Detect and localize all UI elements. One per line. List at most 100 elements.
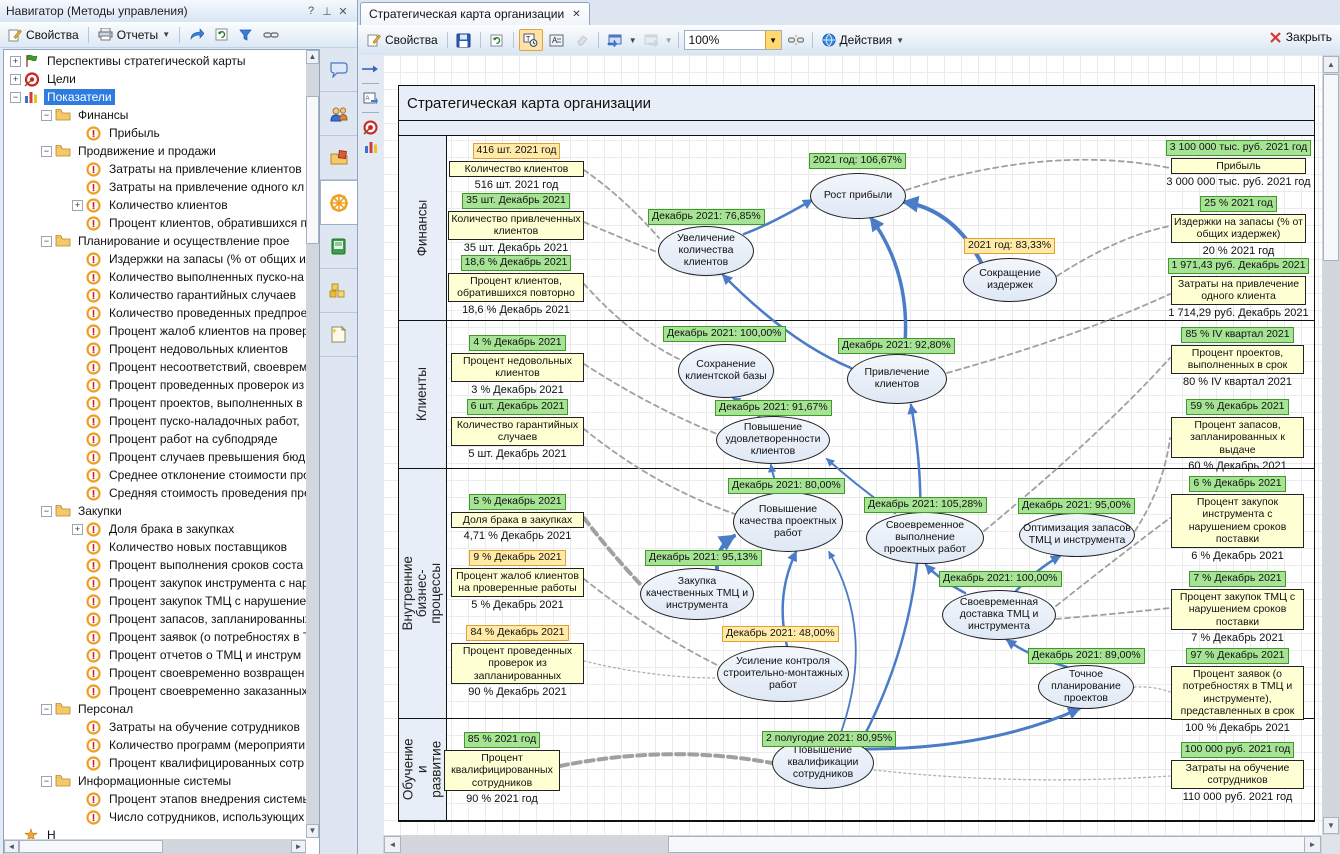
tree-item[interactable]: Средняя стоимость проведения пре <box>4 484 302 502</box>
goal-svoev[interactable]: Своевременное выполнение проектных работ <box>866 512 984 564</box>
connector-arrow-icon[interactable] <box>362 61 380 77</box>
tree-item[interactable]: −Продвижение и продажи <box>4 142 302 160</box>
collapse-minus-icon[interactable]: − <box>41 146 52 157</box>
actions-button[interactable]: Действия ▼ <box>818 31 909 49</box>
indicator-fin-r2[interactable]: 25 % 2021 годИздержки на запасы (% от об… <box>1171 196 1306 257</box>
indicator-box[interactable]: Доля брака в закупках <box>451 512 584 528</box>
goal-tochn[interactable]: Точное планирование проектов <box>1038 665 1134 709</box>
indicator-fin-r3[interactable]: 1 971,43 руб. Декабрь 2021Затраты на при… <box>1171 258 1306 319</box>
tree-item[interactable]: Процент пуско-наладочных работ, <box>4 412 302 430</box>
goal-optim[interactable]: Оптимизация запасов ТМЦ и инструмента <box>1019 513 1135 557</box>
tree-item[interactable]: Число сотрудников, использующих <box>4 808 302 826</box>
tree-item[interactable]: Процент своевременно возвращен <box>4 664 302 682</box>
tree-item[interactable]: Процент отчетов о ТМЦ и инструм <box>4 646 302 664</box>
goal-target-icon[interactable] <box>362 119 380 135</box>
tree-item[interactable]: Процент закупок ТМЦ с нарушение <box>4 592 302 610</box>
collapse-minus-icon[interactable]: − <box>41 506 52 517</box>
tree-vertical-scrollbar[interactable]: ▲ ▼ <box>306 50 319 838</box>
collapse-minus-icon[interactable]: − <box>41 704 52 715</box>
indicator-fin-l3[interactable]: 18,6 % Декабрь 2021Процент клиентов, обр… <box>448 255 584 316</box>
indicator-bars-icon[interactable] <box>362 139 380 155</box>
link-button[interactable] <box>259 28 283 42</box>
goal-zakup[interactable]: Закупка качественных ТМЦ и инструмента <box>640 568 754 620</box>
goal-uvel[interactable]: Увеличение количества клиентов <box>658 226 754 276</box>
goal-sohr[interactable]: Сохранение клиентской базы <box>678 344 774 398</box>
tree-item[interactable]: +Количество клиентов <box>4 196 302 214</box>
indicator-fin-l2[interactable]: 35 шт. Декабрь 2021Количество привлеченн… <box>448 193 584 254</box>
doc-properties-button[interactable]: Свойства <box>363 31 442 49</box>
format-painter-button[interactable] <box>571 30 593 50</box>
indicator-int-r3[interactable]: 97 % Декабрь 2021Процент заявок (о потре… <box>1171 648 1304 734</box>
indicator-box[interactable]: Процент заявок (о потребностях в ТМЦ и и… <box>1171 666 1304 720</box>
window-forward-button[interactable] <box>640 30 662 50</box>
canvas-vscroll-thumb[interactable] <box>1323 74 1339 261</box>
tree-item[interactable]: Количество программ (мероприяти <box>4 736 302 754</box>
scroll-up-icon[interactable]: ▲ <box>306 50 319 64</box>
go-button[interactable] <box>185 26 208 43</box>
indicator-box[interactable]: Издержки на запасы (% от общих издержек) <box>1171 214 1306 243</box>
collapse-minus-icon[interactable]: − <box>10 92 21 103</box>
tree-item[interactable]: Процент случаев превышения бюд <box>4 448 302 466</box>
window-back-dropdown[interactable]: ▼ <box>629 36 637 45</box>
help-icon[interactable]: ? <box>303 5 319 17</box>
goal-privl[interactable]: Привлечение клиентов <box>847 354 947 404</box>
tree-item[interactable]: Затраты на привлечение клиентов <box>4 160 302 178</box>
goal-sokr[interactable]: Сокращение издержек <box>963 258 1057 302</box>
indicator-box[interactable]: Процент недовольных клиентов <box>451 353 584 382</box>
tree-item[interactable]: Процент жалоб клиентов на провер <box>4 322 302 340</box>
indicator-int-l2[interactable]: 9 % Декабрь 2021Процент жалоб клиентов н… <box>451 550 584 611</box>
tree-item[interactable]: Процент работ на субподряде <box>4 430 302 448</box>
canvas-scroll-up-icon[interactable]: ▲ <box>1323 56 1339 73</box>
indicator-box[interactable]: Процент закупок инструмента с нарушением… <box>1171 494 1304 548</box>
indicator-box[interactable]: Процент проектов, выполненных в срок <box>1171 345 1304 374</box>
side-tab-wheel-icon[interactable] <box>320 180 357 225</box>
tree-item[interactable]: +Перспективы стратегической карты <box>4 52 302 70</box>
indicator-lrn-r1[interactable]: 100 000 руб. 2021 годЗатраты на обучение… <box>1171 742 1304 803</box>
indicator-box[interactable]: Процент квалифицированных сотрудников <box>444 750 560 791</box>
goal-udovl[interactable]: Повышение удовлетворенности клиентов <box>716 416 830 464</box>
indicator-box[interactable]: Количество гарантийных случаев <box>451 417 584 446</box>
canvas-hscroll-thumb[interactable] <box>668 836 1306 853</box>
reports-button[interactable]: Отчеты ▼ <box>94 26 174 44</box>
collapse-minus-icon[interactable]: − <box>41 236 52 247</box>
tree-item[interactable]: Среднее отклонение стоимости про <box>4 466 302 484</box>
side-tab-people-icon[interactable] <box>320 92 357 136</box>
scroll-down-icon[interactable]: ▼ <box>306 824 319 838</box>
tree-item[interactable]: Процент своевременно заказанных <box>4 682 302 700</box>
zoom-dropdown-icon[interactable]: ▼ <box>765 31 781 49</box>
collapse-minus-icon[interactable]: − <box>41 110 52 121</box>
tree-item[interactable]: Процент запасов, запланированных <box>4 610 302 628</box>
tree-item[interactable]: Процент клиентов, обратившихся п <box>4 214 302 232</box>
indicator-int-l1[interactable]: 5 % Декабрь 2021Доля брака в закупках4,7… <box>451 494 584 542</box>
canvas-scroll-down-icon[interactable]: ▼ <box>1323 817 1339 834</box>
indicator-box[interactable]: Процент запасов, запланированных к выдач… <box>1171 417 1304 458</box>
pin-icon[interactable]: ⊥ <box>319 5 335 18</box>
side-tab-cubes-icon[interactable] <box>320 269 357 313</box>
tab-strategic-map[interactable]: Стратегическая карта организации ✕ <box>360 2 590 25</box>
tree-item[interactable]: −Показатели <box>4 88 302 106</box>
indicator-box[interactable]: Количество клиентов <box>449 161 584 177</box>
indicator-fin-l1[interactable]: 416 шт. 2021 годКоличество клиентов516 ш… <box>449 143 584 191</box>
tree-item[interactable]: Затраты на привлечение одного кл <box>4 178 302 196</box>
indicator-box[interactable]: Процент клиентов, обратившихся повторно <box>448 273 584 302</box>
properties-button[interactable]: Свойства <box>4 26 83 44</box>
side-tab-book-icon[interactable] <box>320 225 357 269</box>
indicator-lrn-l1[interactable]: 85 % 2021 годПроцент квалифицированных с… <box>444 732 560 805</box>
tree-item[interactable]: −Персонал <box>4 700 302 718</box>
export-image-icon[interactable]: A <box>362 90 380 106</box>
goal-usil[interactable]: Усиление контроля строительно-монтажных … <box>717 646 849 702</box>
indicator-fin-r1[interactable]: 3 100 000 тыс. руб. 2021 годПрибыль3 000… <box>1171 140 1306 188</box>
goal-kach[interactable]: Повышение качества проектных работ <box>733 492 843 552</box>
indicator-cli-l2[interactable]: 6 шт. Декабрь 2021Количество гарантийных… <box>451 399 584 460</box>
tree-item[interactable]: Количество новых поставщиков <box>4 538 302 556</box>
tree-item[interactable]: −Информационные системы <box>4 772 302 790</box>
tree-item[interactable]: Процент несоответствий, своеврем <box>4 358 302 376</box>
indicator-int-r1[interactable]: 6 % Декабрь 2021Процент закупок инструме… <box>1171 476 1304 562</box>
tab-close-icon[interactable]: ✕ <box>572 9 580 20</box>
show-values-toggle[interactable]: T <box>519 29 543 51</box>
save-button[interactable] <box>453 30 475 50</box>
tree-item[interactable]: Прибыль <box>4 124 302 142</box>
canvas-scroll-right-icon[interactable]: ► <box>1304 836 1321 853</box>
break-link-button[interactable] <box>785 30 807 50</box>
indicator-cli-r2[interactable]: 59 % Декабрь 2021Процент запасов, заплан… <box>1171 399 1304 472</box>
